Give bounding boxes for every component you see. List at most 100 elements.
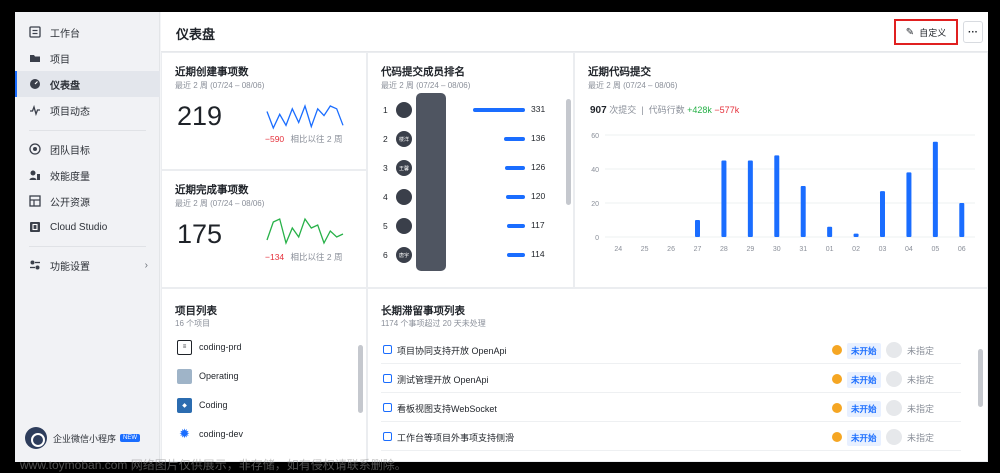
commit-bar[interactable]: [932, 141, 938, 237]
commit-bar[interactable]: [880, 191, 885, 237]
card-subtitle: 1174 个事项超过 20 天未处理: [381, 319, 486, 328]
sidebar-item-label: 仪表盘: [50, 80, 80, 92]
scrollbar[interactable]: [978, 349, 983, 407]
status-badge[interactable]: 未开始: [847, 401, 881, 417]
wecom-logo-icon: [25, 427, 47, 449]
project-name: coding-dev: [199, 429, 244, 439]
recent-commits-card: 近期代码提交 最近 2 周 (07/24 – 08/06) 907 次提交 | …: [574, 52, 988, 288]
sidebar-divider: [29, 246, 146, 247]
commit-stats: 907 次提交 | 代码行数 +428k −577k: [590, 103, 739, 116]
avatar: 楼洋: [396, 131, 412, 147]
scrollbar[interactable]: [358, 345, 363, 413]
sidebar-item-activity[interactable]: 项目动态: [15, 97, 160, 123]
ranking-row[interactable]: 6 唐宇 114: [368, 244, 573, 266]
activity-icon: [29, 104, 41, 116]
rank-index: 1: [383, 105, 388, 115]
assignee-label: 未指定: [907, 404, 935, 414]
assignee-label: 未指定: [907, 346, 935, 356]
customize-label: 自定义: [919, 27, 947, 38]
sidebar-item-projects[interactable]: 项目: [15, 45, 160, 71]
status-badge[interactable]: 未开始: [847, 372, 881, 388]
issue-title[interactable]: 测试管理开放 OpenApi: [397, 373, 489, 386]
sidebar: 工作台 项目 仪表盘 项目动态 团队目标 效能度量 公开资源 Cloud Stu…: [15, 12, 160, 462]
commits-bar-chart: 0 20 40 60 24 25 26 27 28 29 30 31 01 02 03 04 05 06: [591, 133, 975, 253]
rank-index: 6: [383, 250, 388, 260]
issue-row[interactable]: 测试管理开放 OpenApi 未开始 未指定: [381, 365, 961, 393]
sidebar-item-label: 公开资源: [50, 197, 90, 209]
ranking-row[interactable]: 2 楼洋 136: [368, 128, 573, 150]
miniprogram-entry[interactable]: 企业微信小程序 NEW: [25, 427, 141, 449]
ranking-row[interactable]: 3 王馨 126: [368, 157, 573, 179]
target-icon: [29, 143, 41, 155]
status-badge[interactable]: 未开始: [847, 343, 881, 359]
stats-divider: |: [638, 105, 647, 115]
sidebar-item-label: 功能设置: [50, 261, 90, 273]
x-tick-label: 02: [852, 246, 860, 253]
sidebar-item-dashboard[interactable]: 仪表盘: [15, 71, 160, 97]
ranking-row[interactable]: 4 120: [368, 186, 573, 208]
ranking-row[interactable]: 5 117: [368, 215, 573, 237]
project-item[interactable]: ≡ coding-prd: [177, 337, 242, 357]
x-tick-label: 29: [746, 246, 754, 253]
delta-value: −590: [265, 134, 285, 144]
card-title: 代码提交成员排名: [381, 66, 465, 78]
commit-bar[interactable]: [906, 172, 912, 237]
commit-bar[interactable]: [747, 160, 753, 238]
x-tick-label: 24: [614, 246, 622, 253]
issue-title[interactable]: 项目协同支持开放 OpenApi: [397, 344, 507, 357]
project-item[interactable]: Operating: [177, 366, 239, 386]
sidebar-item-resources[interactable]: 公开资源: [15, 188, 160, 214]
requirement-icon: [383, 403, 392, 412]
sidebar-item-cloud-studio[interactable]: Cloud Studio: [15, 214, 160, 240]
scrollbar[interactable]: [566, 99, 571, 205]
sidebar-item-metrics[interactable]: 效能度量: [15, 162, 160, 188]
project-name: coding-prd: [199, 342, 242, 352]
project-item[interactable]: ✹ coding-dev: [177, 424, 243, 444]
top-bar: 仪表盘 ✎ 自定义 ···: [161, 12, 988, 52]
sidebar-item-label: 效能度量: [50, 171, 90, 183]
card-subtitle: 最近 2 周 (07/24 – 08/06): [588, 81, 678, 90]
rank-value: 136: [531, 133, 546, 143]
more-button[interactable]: ···: [963, 21, 983, 43]
commit-bar[interactable]: [959, 203, 965, 237]
resources-icon: [29, 195, 41, 207]
avatar: [396, 218, 412, 234]
issue-title[interactable]: 工作台等项目外事项支持侧滑: [397, 431, 514, 444]
issue-title[interactable]: 看板视图支持WebSocket: [397, 402, 497, 415]
customize-button[interactable]: ✎ 自定义: [894, 19, 958, 45]
edit-pen-icon: ✎: [905, 26, 915, 38]
created-delta: −590 相比以往 2 周: [265, 133, 342, 145]
x-tick-label: 31: [799, 246, 807, 253]
issue-row[interactable]: 看板视图支持WebSocket 未开始 未指定: [381, 394, 961, 422]
created-issues-card: 近期创建事项数 最近 2 周 (07/24 – 08/06) 219 −590 …: [161, 52, 367, 170]
requirement-icon: [383, 374, 392, 383]
rank-value: 126: [531, 162, 546, 172]
status-badge[interactable]: 未开始: [847, 430, 881, 446]
sidebar-item-team-goals[interactable]: 团队目标: [15, 136, 160, 162]
card-title: 近期创建事项数: [175, 66, 249, 78]
commit-bar[interactable]: [800, 186, 806, 237]
avatar: [886, 371, 902, 387]
commit-bar[interactable]: [721, 160, 727, 238]
sidebar-item-settings[interactable]: 功能设置 ›: [15, 252, 160, 278]
priority-icon: [832, 345, 842, 355]
issue-row[interactable]: 工作台等项目外事项支持侧滑 未开始 未指定: [381, 423, 961, 451]
x-tick-label: 27: [694, 246, 702, 253]
commit-bar[interactable]: [853, 233, 859, 237]
y-tick-label: 40: [591, 167, 599, 174]
requirement-icon: [383, 432, 392, 441]
avatar: 唐宇: [396, 247, 412, 263]
card-subtitle: 最近 2 周 (07/24 – 08/06): [175, 199, 265, 208]
commit-bar[interactable]: [695, 220, 700, 237]
ranking-row[interactable]: 1 331: [368, 99, 573, 121]
project-item[interactable]: ◆ Coding: [177, 395, 228, 415]
privacy-mask: [416, 93, 446, 271]
sidebar-item-label: Cloud Studio: [50, 221, 108, 233]
commit-bar[interactable]: [774, 155, 780, 237]
lines-added: +428k: [687, 105, 712, 115]
sidebar-item-workbench[interactable]: 工作台: [15, 19, 160, 45]
commit-bar[interactable]: [827, 226, 833, 237]
issue-row[interactable]: 项目协同支持开放 OpenApi 未开始 未指定: [381, 336, 961, 364]
coding-icon: ◆: [177, 397, 192, 413]
card-subtitle: 最近 2 周 (07/24 – 08/06): [175, 81, 265, 90]
